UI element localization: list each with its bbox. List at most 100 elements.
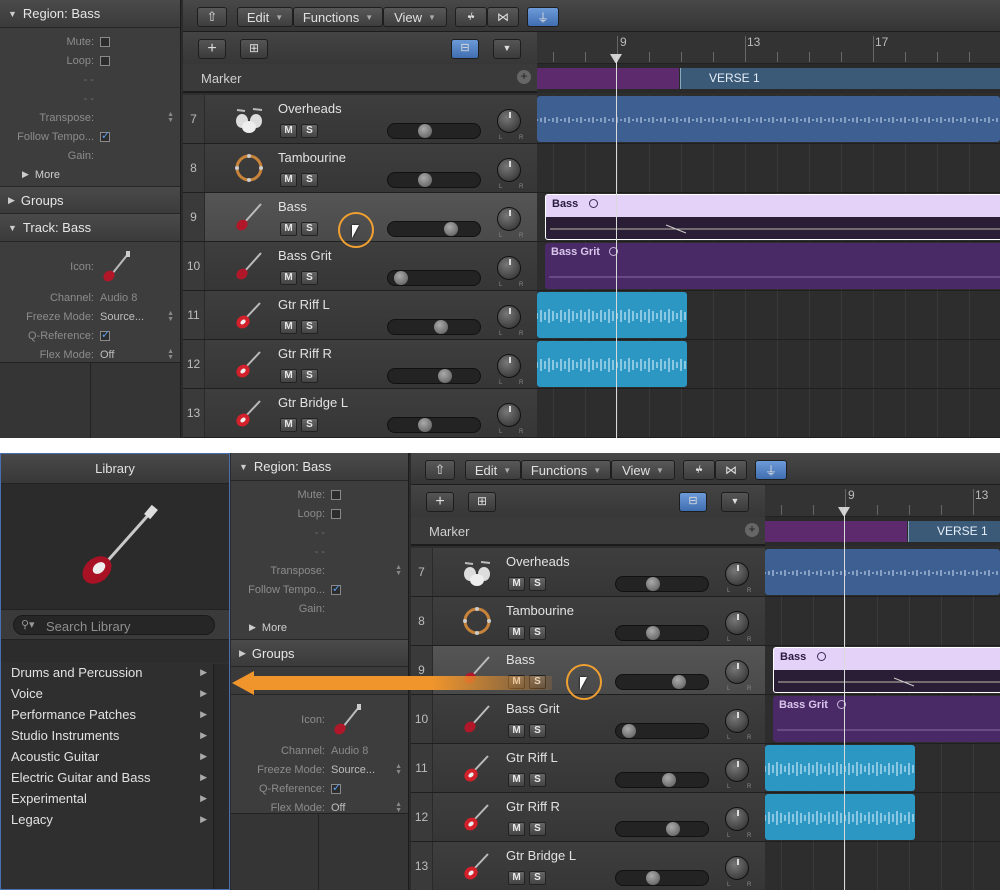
marker-region[interactable] <box>765 521 907 542</box>
solo-button[interactable]: S <box>301 222 318 236</box>
flex-button[interactable]: ⋈ <box>715 460 747 480</box>
collapse-button[interactable]: ▼ <box>721 492 749 512</box>
pan-knob[interactable] <box>497 256 521 280</box>
bar-ruler[interactable]: 9 13 <box>765 485 1000 517</box>
automation-button[interactable]: •̸• <box>455 7 487 27</box>
marker-region[interactable] <box>537 68 679 89</box>
more-triangle-icon[interactable]: ▶ <box>249 622 256 633</box>
stepper-icon[interactable]: ▲ ▼ <box>167 310 174 323</box>
groups-section-header[interactable]: ▶ Groups <box>231 639 408 667</box>
track-name[interactable]: Gtr Riff R <box>506 799 560 814</box>
volume-fader[interactable] <box>615 576 709 592</box>
arrange-lane[interactable] <box>765 793 1000 842</box>
track-name[interactable]: Overheads <box>278 101 342 116</box>
solo-button[interactable]: S <box>301 173 318 187</box>
stepper-icon[interactable]: ▲ ▼ <box>395 763 402 776</box>
track-header[interactable]: 8 Tambourine M S LR <box>183 144 537 193</box>
mute-checkbox[interactable] <box>331 489 341 500</box>
mute-button[interactable]: M <box>280 418 297 432</box>
track-header[interactable]: 12 Gtr Riff R M S LR <box>183 340 537 389</box>
track-name[interactable]: Bass Grit <box>506 701 559 716</box>
mute-button[interactable]: M <box>508 773 525 787</box>
pan-knob[interactable] <box>497 158 521 182</box>
pan-knob[interactable] <box>497 207 521 231</box>
library-category-item[interactable]: Voice ▶ <box>1 683 211 704</box>
q-reference-checkbox[interactable] <box>331 781 341 794</box>
follow-tempo-checkbox[interactable] <box>331 582 341 595</box>
library-category-item[interactable]: Performance Patches ▶ <box>1 704 211 725</box>
pan-knob[interactable] <box>725 709 749 733</box>
add-marker-icon[interactable]: + <box>745 523 759 537</box>
loop-checkbox[interactable] <box>100 55 110 66</box>
volume-fader[interactable] <box>387 123 481 139</box>
functions-menu[interactable]: Functions ▼ <box>521 460 611 480</box>
more-label[interactable]: More <box>262 622 287 634</box>
fader-knob[interactable] <box>433 320 448 334</box>
view-menu[interactable]: View ▼ <box>611 460 675 480</box>
functions-menu[interactable]: Functions ▼ <box>293 7 383 27</box>
mute-button[interactable]: M <box>280 173 297 187</box>
add-folder-button[interactable]: ⊞ <box>468 492 496 512</box>
pan-knob[interactable] <box>497 109 521 133</box>
track-header[interactable]: 11 Gtr Riff L M S LR <box>411 744 765 793</box>
mute-button[interactable]: M <box>508 626 525 640</box>
fader-knob[interactable] <box>417 418 432 432</box>
overheads-region[interactable] <box>765 549 1000 595</box>
solo-button[interactable]: S <box>301 369 318 383</box>
bass-region[interactable]: Bass <box>773 647 1000 693</box>
disclosure-triangle-icon[interactable]: ▶ <box>239 648 246 659</box>
mute-button[interactable]: M <box>508 724 525 738</box>
solo-button[interactable]: S <box>301 124 318 138</box>
automation-button[interactable]: •̸• <box>683 460 715 480</box>
mute-button[interactable]: M <box>280 320 297 334</box>
track-name[interactable]: Overheads <box>506 554 570 569</box>
pan-knob[interactable] <box>725 856 749 880</box>
volume-fader[interactable] <box>615 870 709 886</box>
region-section-header[interactable]: ▼ Region: Bass <box>231 453 408 481</box>
arrange-lane[interactable] <box>537 389 1000 438</box>
flex-mode-select[interactable]: Off <box>100 349 114 361</box>
fader-knob[interactable] <box>645 626 660 640</box>
mute-button[interactable]: M <box>280 124 297 138</box>
add-track-button[interactable]: + <box>426 492 454 512</box>
bass-guitar-icon[interactable] <box>331 703 363 737</box>
arrange-lane[interactable]: Bass <box>765 646 1000 695</box>
solo-button[interactable]: S <box>529 626 546 640</box>
solo-button[interactable]: S <box>529 577 546 591</box>
disclosure-triangle-icon[interactable]: ▼ <box>239 462 248 472</box>
fader-knob[interactable] <box>661 773 676 787</box>
fader-knob[interactable] <box>665 822 680 836</box>
library-search-input[interactable]: ⚲▾ Search Library <box>13 615 215 635</box>
pan-knob[interactable] <box>725 807 749 831</box>
track-name[interactable]: Bass <box>506 652 535 667</box>
bass-grit-region[interactable]: Bass Grit <box>773 696 1000 742</box>
verse-marker[interactable]: VERSE 1 <box>680 68 1000 89</box>
global-tracks-button[interactable]: ⊟ <box>451 39 479 59</box>
fader-knob[interactable] <box>437 369 452 383</box>
pan-knob[interactable] <box>725 758 749 782</box>
library-category-item[interactable]: Legacy ▶ <box>1 809 211 830</box>
pan-knob[interactable] <box>497 403 521 427</box>
track-header[interactable]: 13 Gtr Bridge L M S LR <box>183 389 537 438</box>
volume-fader[interactable] <box>615 674 709 690</box>
fader-knob[interactable] <box>394 271 409 285</box>
track-name[interactable]: Tambourine <box>506 603 574 618</box>
overheads-region[interactable] <box>537 96 1000 142</box>
freeze-mode-select[interactable]: Source... <box>100 311 144 323</box>
view-menu[interactable]: View ▼ <box>383 7 447 27</box>
fader-knob[interactable] <box>672 675 686 689</box>
pan-knob[interactable] <box>725 562 749 586</box>
catch-button[interactable]: ⏚ <box>755 460 787 480</box>
track-name[interactable]: Gtr Riff R <box>278 346 332 361</box>
pan-knob[interactable] <box>497 354 521 378</box>
arrange-lane[interactable]: Bass Grit <box>765 695 1000 744</box>
solo-button[interactable]: S <box>301 320 318 334</box>
arrange-lane[interactable]: Bass Grit <box>537 242 1000 291</box>
fader-knob[interactable] <box>417 124 432 138</box>
stepper-icon[interactable]: ▲ ▼ <box>395 801 402 814</box>
track-name[interactable]: Bass <box>278 199 307 214</box>
solo-button[interactable]: S <box>301 418 318 432</box>
track-name[interactable]: Gtr Bridge L <box>278 395 348 410</box>
track-name[interactable]: Tambourine <box>278 150 346 165</box>
volume-fader[interactable] <box>615 625 709 641</box>
